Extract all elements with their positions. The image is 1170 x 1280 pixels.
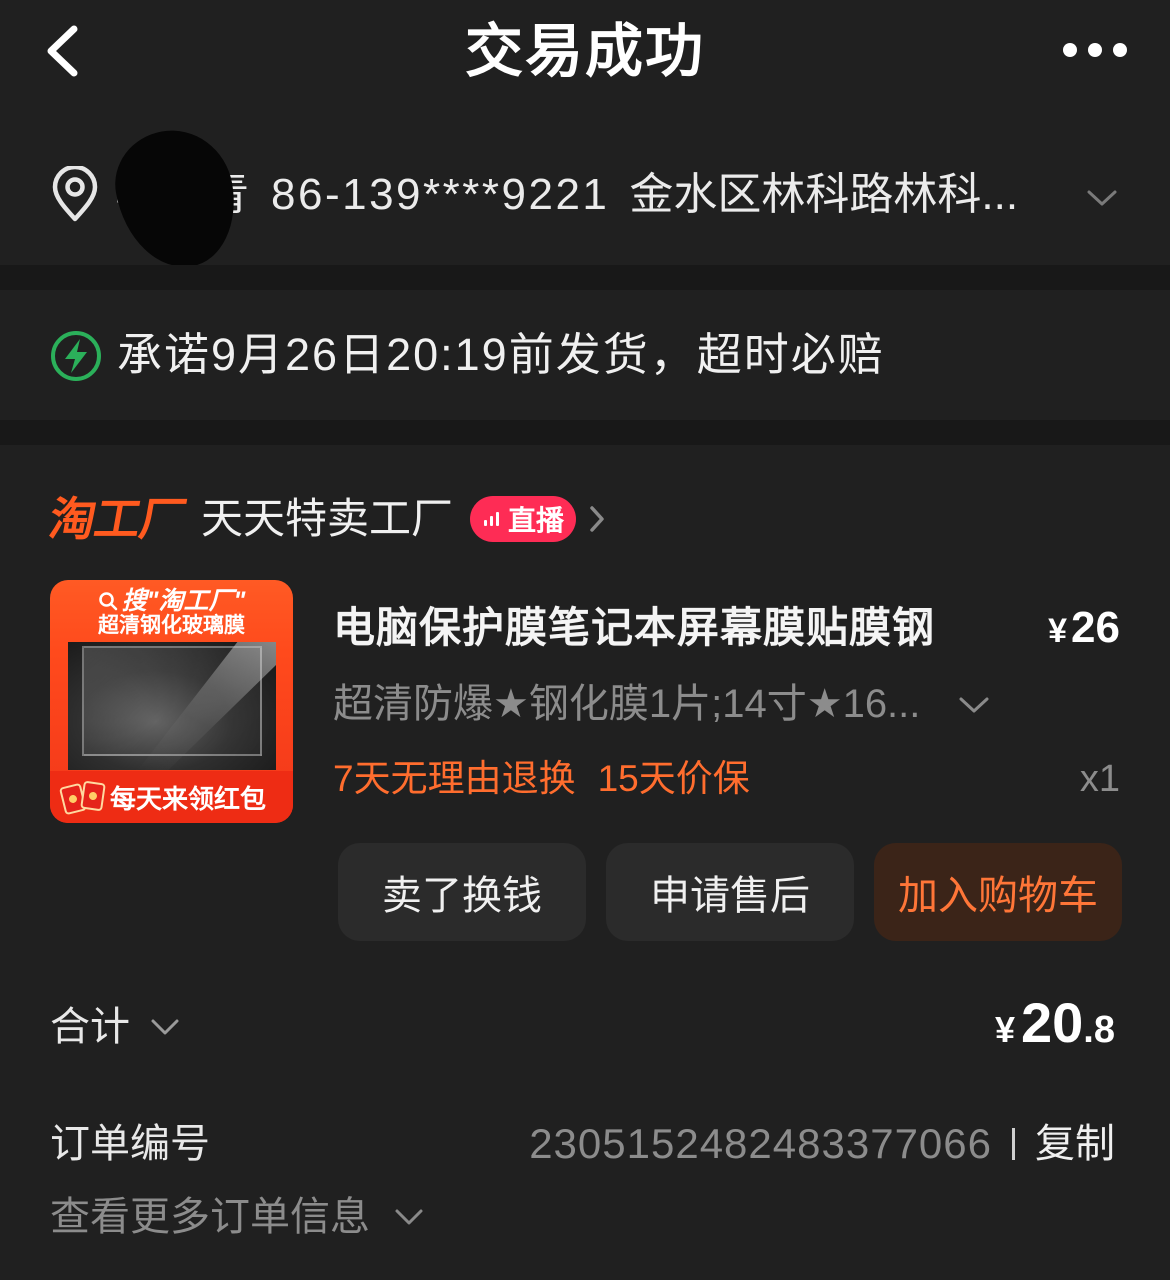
currency-symbol: ¥ xyxy=(1048,612,1068,650)
product-image-search-label: 搜"淘工厂" xyxy=(121,587,246,615)
order-number: 2305152482483377066 xyxy=(529,1120,992,1167)
page-title: 交易成功 xyxy=(464,19,705,84)
more-order-info-label: 查看更多订单信息 xyxy=(50,1195,370,1239)
product-title[interactable]: 电脑保护膜笔记本屏幕膜贴膜钢 xyxy=(333,597,1023,659)
live-badge-label: 直播 xyxy=(508,505,565,536)
product-image-banner: 每天来领红包 xyxy=(50,771,293,823)
product-image-banner-text: 每天来领红包 xyxy=(110,783,267,814)
more-dots-icon[interactable] xyxy=(1058,40,1132,60)
copy-order-number-button[interactable]: 复制 xyxy=(1035,1113,1115,1175)
recipient-phone: 86-139****9221 xyxy=(271,170,610,219)
shipping-address-row[interactable]: 李 青 86-139****9221 金水区林科路林科... xyxy=(0,120,1170,278)
red-envelope-icon xyxy=(58,777,110,817)
section-divider xyxy=(0,420,1170,445)
product-image-photo xyxy=(68,642,276,770)
shop-name: 天天特卖工厂 xyxy=(201,495,454,542)
address-detail: 金水区林科路林科... xyxy=(629,170,1019,219)
section-divider xyxy=(0,265,1170,290)
nav-header: 交易成功 xyxy=(0,0,1170,110)
price-value: 26 xyxy=(1071,603,1120,652)
order-number-label: 订单编号 xyxy=(50,1122,210,1166)
quantity: x1 xyxy=(1079,758,1120,800)
service-tag: 7天无理由退换 xyxy=(333,758,576,799)
total-price: ¥20.8 xyxy=(995,990,1115,1063)
order-number-group: 2305152482483377066 复制 xyxy=(529,1113,1115,1175)
delivery-promise-text: 承诺9月26日20:19前发货，超时必赔 xyxy=(117,329,885,380)
total-decimal: .8 xyxy=(1083,1009,1115,1051)
sku-selector[interactable]: 超清防爆★钢化膜1片;14寸★16... xyxy=(333,674,989,734)
address-text: 李 青 86-139****9221 金水区林科路林科... xyxy=(115,164,1075,226)
shop-header[interactable]: 淘工厂 天天特卖工厂 直播 xyxy=(45,490,606,548)
product-image-subtitle: 超清钢化玻璃膜 xyxy=(98,614,245,637)
chevron-down-icon[interactable] xyxy=(150,1018,180,1036)
product-image[interactable]: 搜"淘工厂" 超清钢化玻璃膜 每天来领红包 xyxy=(50,580,293,823)
chevron-right-icon[interactable] xyxy=(588,504,606,534)
delivery-promise-row: 承诺9月26日20:19前发货，超时必赔 xyxy=(0,290,1170,420)
total-row[interactable]: 合计 xyxy=(50,996,180,1058)
order-card: 淘工厂 天天特卖工厂 直播 搜"淘工厂" 超清钢化玻璃膜 每天来领红包 电脑保护… xyxy=(0,445,1170,1280)
divider xyxy=(1012,1128,1015,1160)
live-bars-icon xyxy=(484,512,500,526)
location-pin-icon xyxy=(52,166,98,222)
currency-symbol: ¥ xyxy=(994,1009,1015,1050)
live-badge[interactable]: 直播 xyxy=(470,496,577,542)
service-tags: 7天无理由退换 15天价保 xyxy=(333,750,750,808)
order-detail-screen: 交易成功 李 青 86-139****9221 金水区林科路林科... xyxy=(0,0,1170,1280)
total-label: 合计 xyxy=(50,1005,130,1049)
lightning-icon xyxy=(51,331,101,381)
chevron-down-icon[interactable] xyxy=(958,695,990,715)
sku-text: 超清防爆★钢化膜1片;14寸★16... xyxy=(333,682,921,726)
add-to-cart-button[interactable]: 加入购物车 xyxy=(874,843,1122,941)
total-integer: 20 xyxy=(1021,991,1084,1054)
chevron-down-icon[interactable] xyxy=(394,1208,424,1226)
sell-for-cash-button[interactable]: 卖了换钱 xyxy=(338,843,586,941)
search-icon xyxy=(98,592,117,611)
shop-brand-logo: 淘工厂 xyxy=(45,493,190,545)
redaction-mark xyxy=(106,120,246,278)
more-order-info-toggle[interactable]: 查看更多订单信息 xyxy=(50,1186,424,1248)
chevron-down-icon[interactable] xyxy=(1086,188,1118,208)
product-image-header: 搜"淘工厂" xyxy=(50,586,293,616)
service-tag: 15天价保 xyxy=(597,758,750,799)
product-price: ¥26 xyxy=(1048,597,1120,669)
after-sales-button[interactable]: 申请售后 xyxy=(606,843,854,941)
